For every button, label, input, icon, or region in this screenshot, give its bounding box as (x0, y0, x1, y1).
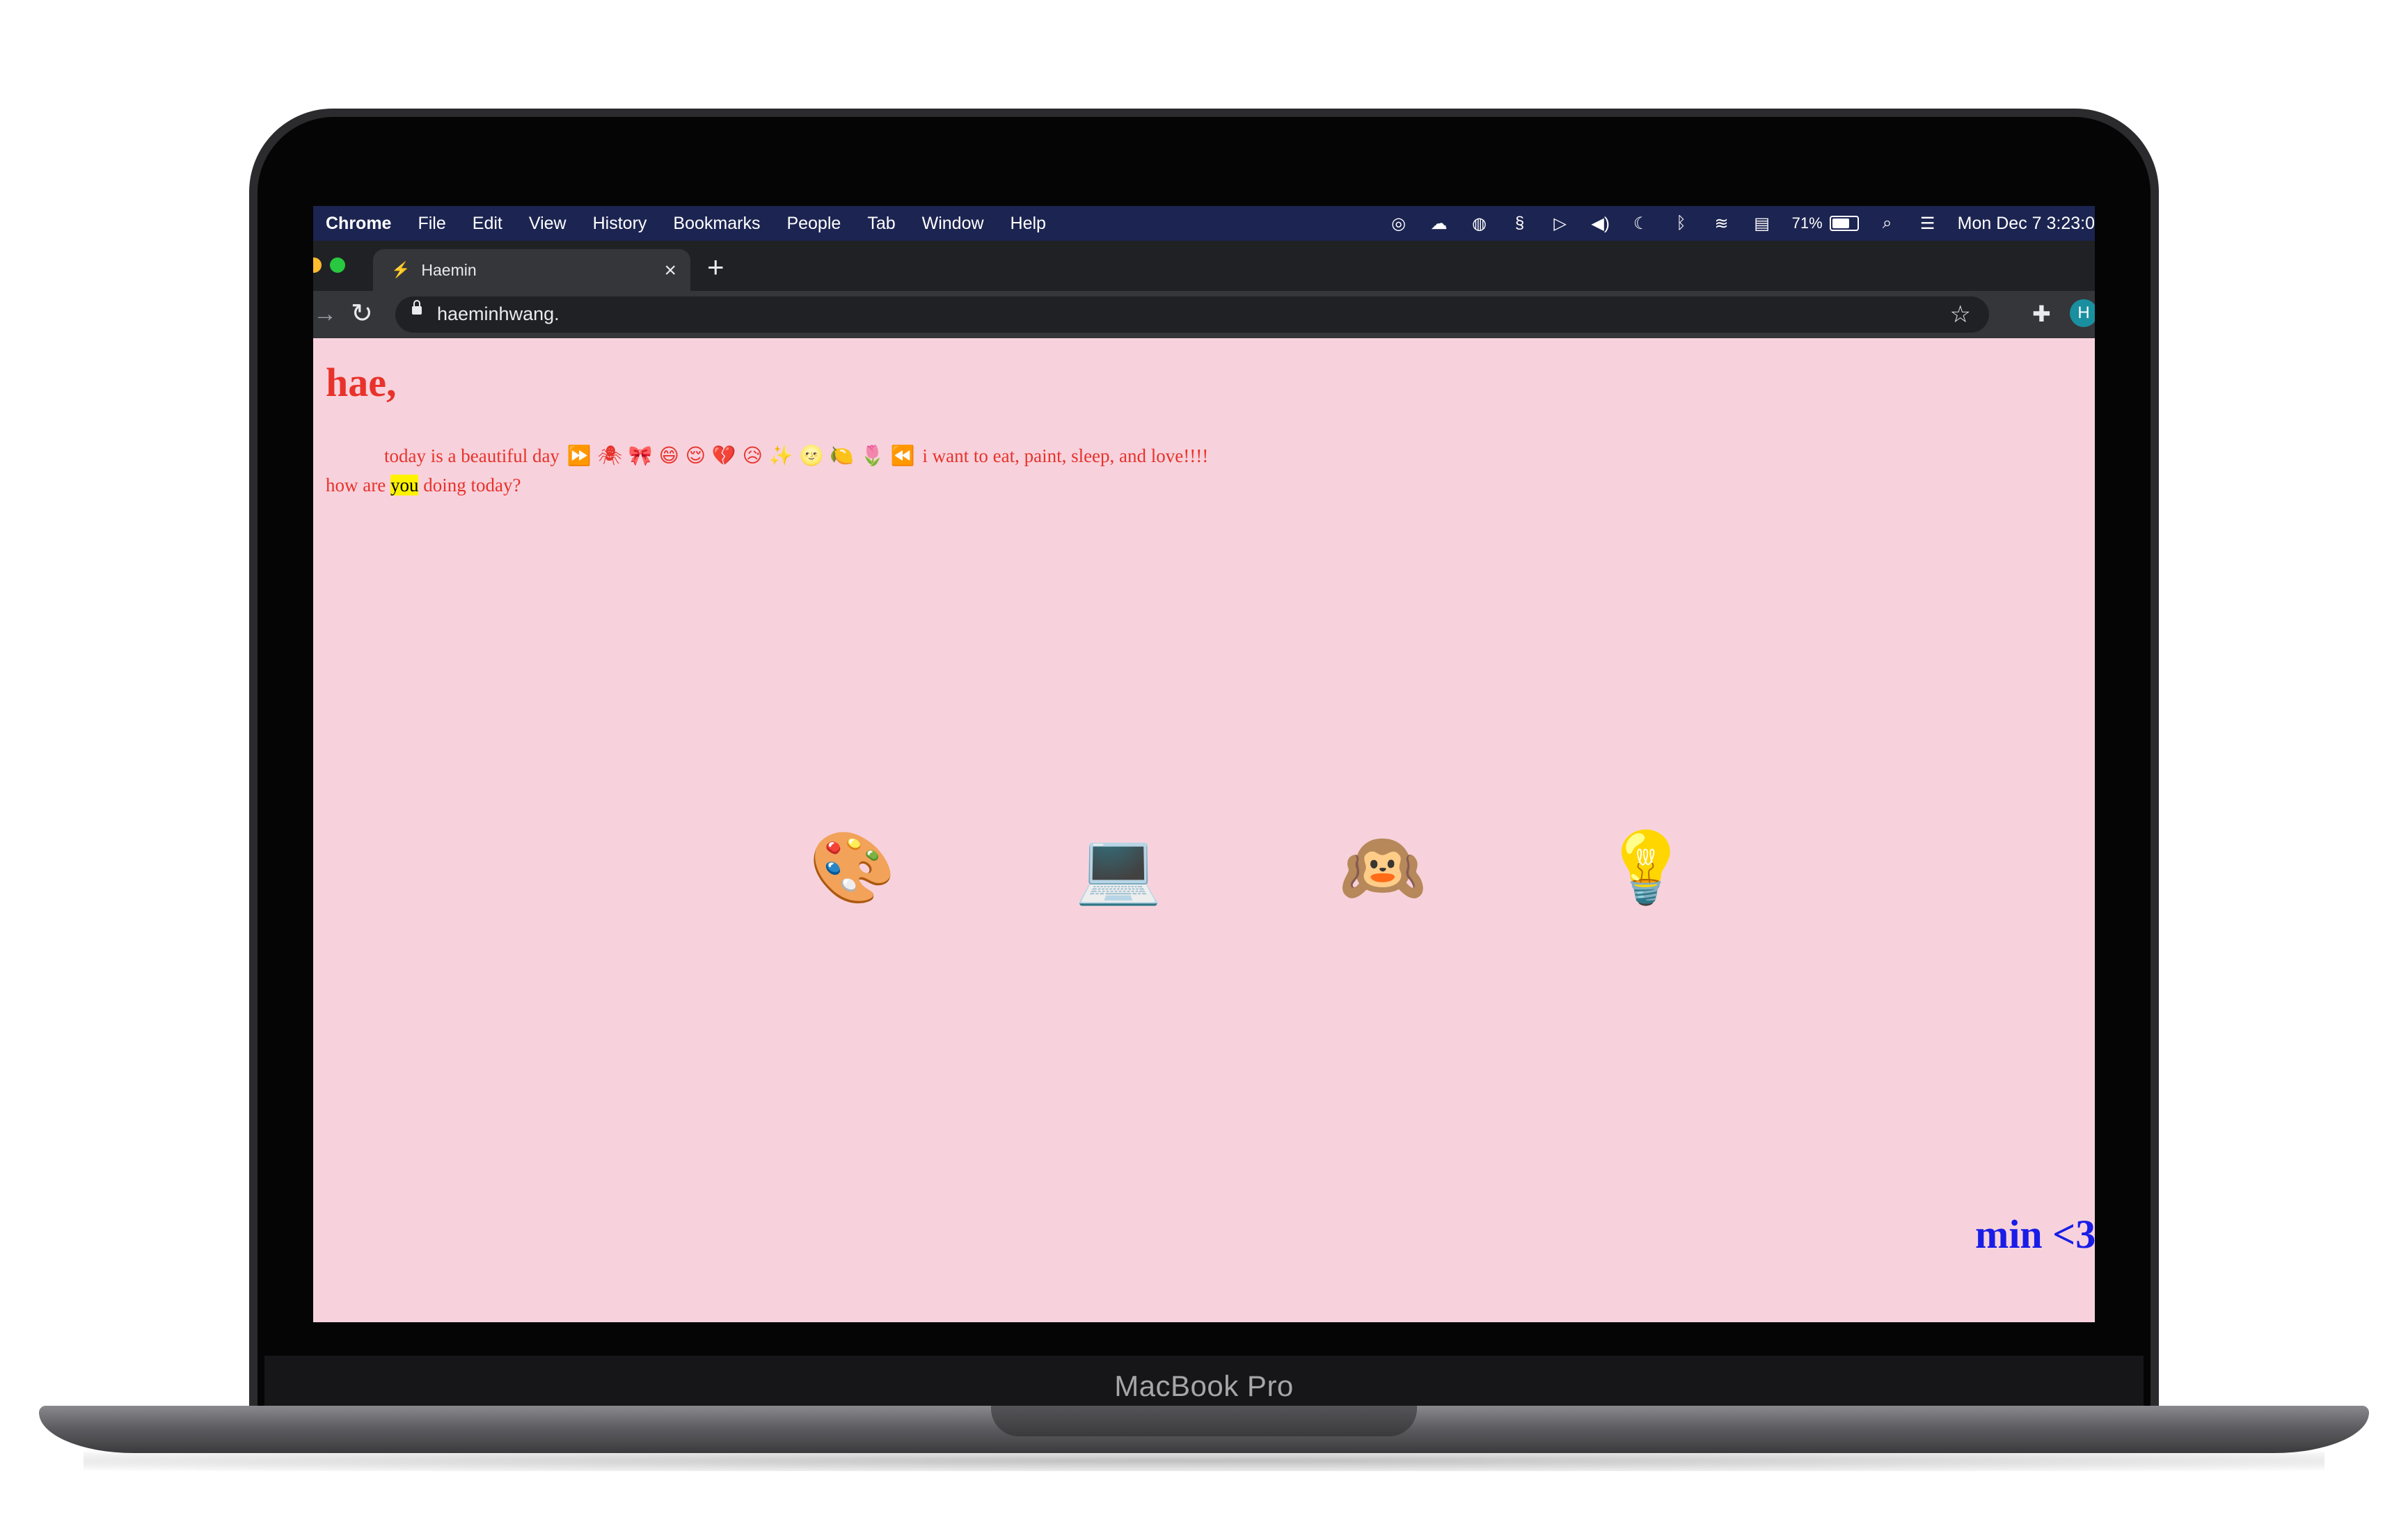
play-icon[interactable]: ▷ (1548, 212, 1572, 235)
menu-view[interactable]: View (529, 214, 567, 234)
menu-history[interactable]: History (593, 214, 647, 234)
globe-icon[interactable]: ◍ (1468, 212, 1491, 235)
lock-icon[interactable] (412, 300, 422, 315)
zoom-window-button[interactable] (330, 257, 345, 273)
shazam-icon[interactable]: § (1508, 212, 1532, 235)
new-tab-icon[interactable]: + (707, 251, 724, 284)
battery-percentage: 71% (1791, 214, 1823, 232)
reload-icon[interactable]: ↻ (351, 298, 373, 329)
menu-edit[interactable]: Edit (473, 214, 502, 234)
cloud-icon[interactable]: ☁ (1427, 212, 1451, 235)
menu-bar: Chrome File Edit View History Bookmarks … (313, 206, 2095, 241)
menu-people[interactable]: People (786, 214, 841, 234)
web-page: hae, today is a beautiful day ⏩ 🕷 🎀 😄 😌 … (313, 338, 2095, 1322)
battery-icon[interactable] (1829, 216, 1859, 231)
moon-icon[interactable]: ☾ (1629, 212, 1653, 235)
lightning-favicon-icon: ⚡ (391, 261, 411, 278)
status-area: ◎ ☁ ◍ § ▷ ◀) ☾ ᛒ ≋ ▤ 71% ⌕ ☰ Mon Dec 7 3… (1370, 206, 2095, 241)
question-line: how are you doing today? (326, 475, 521, 496)
menu-window[interactable]: Window (922, 214, 984, 234)
wifi-icon[interactable]: ≋ (1710, 212, 1734, 235)
volume-icon[interactable]: ◀) (1589, 212, 1613, 235)
laptop-shadow (84, 1450, 2324, 1471)
creative-cloud-icon[interactable]: ◎ (1387, 212, 1411, 235)
control-center-icon[interactable]: ☰ (1916, 212, 1940, 235)
light-bulb-icon[interactable]: 💡 (1601, 823, 1691, 913)
question-text-start: how are (326, 475, 390, 495)
laptop-notch (991, 1406, 1417, 1436)
palette-icon[interactable]: 🎨 (807, 823, 898, 913)
battery-fill (1832, 219, 1849, 228)
tab-haemin[interactable]: ⚡ Haemin × (373, 249, 690, 291)
address-bar[interactable]: haeminhwang. ☆ (395, 296, 1989, 333)
menu-tab[interactable]: Tab (867, 214, 895, 234)
flag-icon[interactable]: ▤ (1750, 212, 1774, 235)
tab-strip: ⚡ Haemin × + (313, 241, 2095, 291)
question-text-end: doing today? (418, 475, 521, 495)
wishes-text: i want to eat, paint, sleep, and love!!!… (922, 445, 1209, 466)
clock[interactable]: Mon Dec 7 3:23:0 (1958, 214, 2095, 234)
browser-toolbar: → ↻ haeminhwang. ☆ ✚ H (313, 291, 2095, 338)
menu-bookmarks[interactable]: Bookmarks (673, 214, 760, 234)
bluetooth-icon[interactable]: ᛒ (1670, 212, 1693, 235)
emoji-row: ⏩ 🕷 🎀 😄 😌 💔 😥 ✨ 🌝 🍋 🌷 ⏪ (567, 444, 915, 467)
close-tab-icon[interactable]: × (664, 259, 676, 283)
menu-file[interactable]: File (418, 214, 445, 234)
extensions-puzzle-icon[interactable]: ✚ (2032, 301, 2051, 327)
highlighted-word: you (390, 475, 419, 495)
tab-title: Haemin (421, 260, 477, 279)
signoff-text: min <3 (1975, 1212, 2095, 1257)
intro-text: today is a beautiful day (384, 445, 560, 466)
forward-arrow-icon[interactable]: → (313, 301, 337, 328)
screen: Chrome File Edit View History Bookmarks … (313, 206, 2095, 1322)
url-text[interactable]: haeminhwang. (437, 303, 560, 325)
profile-avatar[interactable]: H (2070, 299, 2095, 327)
laptop-icon[interactable]: 💻 (1073, 823, 1164, 913)
menu-help[interactable]: Help (1011, 214, 1046, 234)
menu-app-name[interactable]: Chrome (326, 214, 391, 234)
monkey-icon[interactable]: 🙉 (1338, 823, 1428, 913)
greeting-heading: hae, (326, 360, 397, 405)
bookmark-star-icon[interactable]: ☆ (1950, 301, 1971, 328)
spotlight-search-icon[interactable]: ⌕ (1876, 212, 1899, 235)
intro-line: today is a beautiful day ⏩ 🕷 🎀 😄 😌 💔 😥 ✨… (384, 444, 1208, 467)
minimize-window-button[interactable] (313, 257, 322, 273)
